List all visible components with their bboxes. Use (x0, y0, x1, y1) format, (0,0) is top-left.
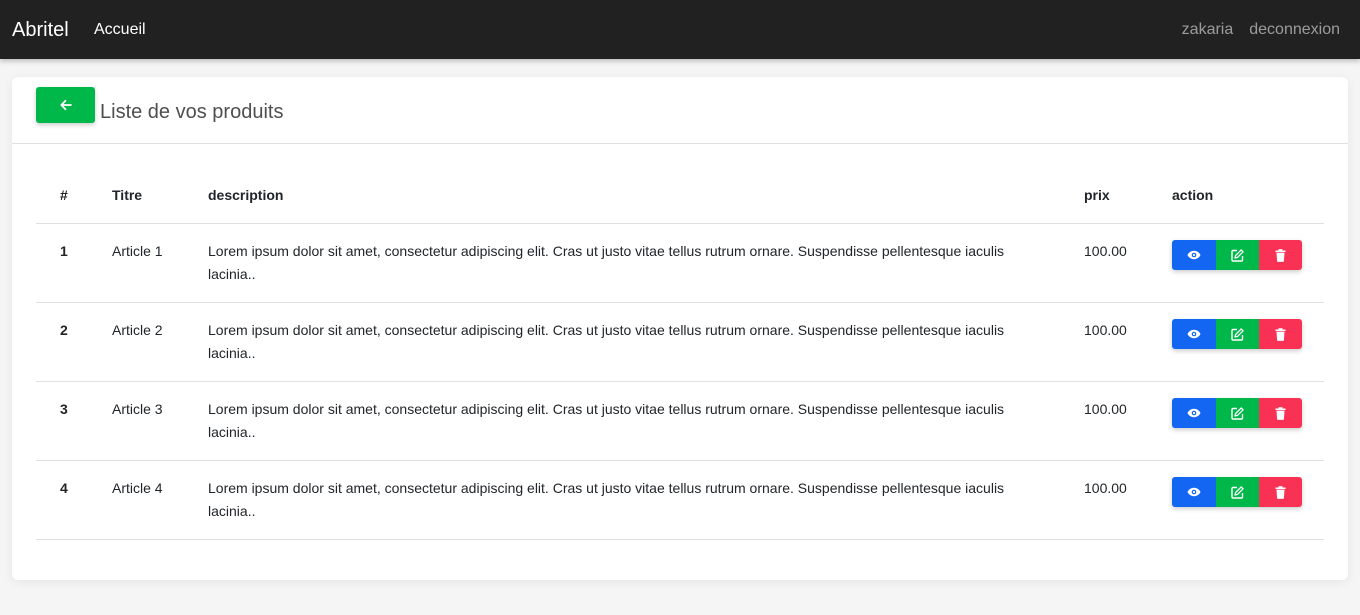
row-title: Article 2 (112, 322, 163, 338)
eye-icon (1187, 329, 1201, 339)
row-description: Lorem ipsum dolor sit amet, consectetur … (208, 243, 1005, 282)
delete-button[interactable] (1259, 319, 1302, 349)
row-title: Article 4 (112, 480, 163, 496)
brand-logo[interactable]: Abritel (12, 18, 69, 42)
column-header-price: prix (1084, 187, 1110, 203)
eye-icon (1187, 487, 1201, 497)
column-header-title: Titre (112, 187, 143, 203)
edit-button[interactable] (1216, 398, 1259, 428)
delete-button[interactable] (1259, 240, 1302, 270)
trash-icon (1275, 485, 1286, 499)
card-header: Liste de vos produits (12, 77, 1348, 144)
row-number: 1 (60, 243, 68, 259)
table-row: 4 Article 4 Lorem ipsum dolor sit amet, … (36, 461, 1324, 540)
column-header-action: action (1172, 187, 1214, 203)
nav-link-logout[interactable]: deconnexion (1249, 20, 1340, 40)
edit-icon (1231, 485, 1244, 499)
row-title: Article 1 (112, 243, 163, 259)
row-price: 100.00 (1084, 322, 1127, 338)
row-price: 100.00 (1084, 243, 1127, 259)
delete-button[interactable] (1259, 398, 1302, 428)
products-card: Liste de vos produits # Titre descriptio… (12, 77, 1348, 580)
table-header: # Titre description prix action (36, 144, 1324, 224)
row-number: 2 (60, 322, 68, 338)
arrow-left-icon (59, 99, 72, 111)
trash-icon (1275, 248, 1286, 262)
nav-link-home[interactable]: Accueil (94, 20, 146, 40)
view-button[interactable] (1172, 477, 1216, 507)
row-description: Lorem ipsum dolor sit amet, consectetur … (208, 480, 1005, 519)
nav-right: zakaria deconnexion (1182, 20, 1340, 40)
view-button[interactable] (1172, 319, 1216, 349)
column-header-description: description (208, 187, 284, 203)
view-button[interactable] (1172, 398, 1216, 428)
edit-button[interactable] (1216, 240, 1259, 270)
edit-icon (1231, 248, 1244, 262)
row-actions (1172, 398, 1302, 428)
back-button[interactable] (36, 87, 95, 123)
nav-link-user[interactable]: zakaria (1182, 20, 1234, 40)
row-title: Article 3 (112, 401, 163, 417)
trash-icon (1275, 406, 1286, 420)
row-actions (1172, 240, 1302, 270)
row-actions (1172, 477, 1302, 507)
page-title: Liste de vos produits (100, 101, 284, 123)
table-row: 3 Article 3 Lorem ipsum dolor sit amet, … (36, 382, 1324, 461)
edit-icon (1231, 406, 1244, 420)
row-price: 100.00 (1084, 401, 1127, 417)
row-number: 4 (60, 480, 68, 496)
eye-icon (1187, 408, 1201, 418)
eye-icon (1187, 250, 1201, 260)
trash-icon (1275, 327, 1286, 341)
edit-icon (1231, 327, 1244, 341)
table-row: 1 Article 1 Lorem ipsum dolor sit amet, … (36, 224, 1324, 303)
edit-button[interactable] (1216, 477, 1259, 507)
row-description: Lorem ipsum dolor sit amet, consectetur … (208, 401, 1005, 440)
products-table: # Titre description prix action 1 Articl… (36, 144, 1324, 540)
view-button[interactable] (1172, 240, 1216, 270)
table-body: 1 Article 1 Lorem ipsum dolor sit amet, … (36, 224, 1324, 540)
column-header-number: # (60, 187, 68, 203)
table-row: 2 Article 2 Lorem ipsum dolor sit amet, … (36, 303, 1324, 382)
row-price: 100.00 (1084, 480, 1127, 496)
delete-button[interactable] (1259, 477, 1302, 507)
row-description: Lorem ipsum dolor sit amet, consectetur … (208, 322, 1005, 361)
row-number: 3 (60, 401, 68, 417)
edit-button[interactable] (1216, 319, 1259, 349)
navbar: Abritel Accueil zakaria deconnexion (0, 0, 1360, 59)
row-actions (1172, 319, 1302, 349)
